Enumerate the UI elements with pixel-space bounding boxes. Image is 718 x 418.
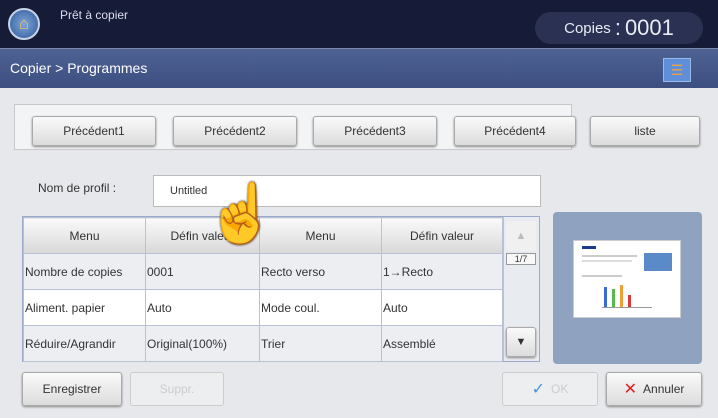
- cell: Trier: [259, 325, 382, 362]
- job-status-icon: ☰: [670, 62, 684, 78]
- save-button[interactable]: Enregistrer: [22, 372, 122, 406]
- table-row[interactable]: Aliment. papier Auto Mode coul. Auto: [23, 289, 503, 326]
- preview-thumbnail: [573, 240, 681, 318]
- cell: Assemblé: [381, 325, 503, 362]
- cell: Réduire/Agrandir: [23, 325, 146, 362]
- cell: Aliment. papier: [23, 289, 146, 326]
- cell: Auto: [145, 289, 260, 326]
- status-text: Prêt à copier: [60, 8, 129, 22]
- touch-pointer-icon: ☝: [205, 181, 278, 246]
- close-icon: ✕: [623, 381, 638, 398]
- ok-button[interactable]: ✓ OK: [502, 372, 598, 406]
- cell: Mode coul.: [259, 289, 382, 326]
- cell: Recto verso: [259, 253, 382, 290]
- cell: Original(100%): [145, 325, 260, 362]
- profile-label: Nom de profil :: [38, 181, 117, 195]
- ok-label: OK: [551, 382, 569, 396]
- cell: Nombre de copies: [23, 253, 146, 290]
- column-header: Menu: [259, 217, 382, 254]
- settings-table: Menu Défin valeur Menu Défin valeur Nombre …: [22, 216, 540, 362]
- home-button[interactable]: ⌂: [8, 8, 40, 40]
- cell: 1→Recto: [381, 253, 503, 290]
- document-preview: [553, 212, 702, 364]
- table-row[interactable]: Réduire/Agrandir Original(100%) Trier Assem…: [23, 325, 503, 362]
- column-header: Menu: [23, 217, 146, 254]
- scrollbar[interactable]: ▲ 1/7 ▼: [503, 217, 539, 361]
- preset-4-button[interactable]: Précédent4: [454, 116, 576, 146]
- preset-2-button[interactable]: Précédent2: [173, 116, 297, 146]
- copies-value: 0001: [624, 15, 674, 40]
- list-button[interactable]: liste: [590, 116, 700, 146]
- preset-3-button[interactable]: Précédent3: [313, 116, 437, 146]
- home-icon: ⌂: [18, 14, 30, 33]
- cancel-label: Annuler: [643, 382, 685, 396]
- checkmark-icon: ✓: [531, 381, 546, 398]
- scroll-down-icon[interactable]: ▼: [506, 327, 536, 357]
- table-row[interactable]: Nombre de copies 0001 Recto verso 1→Recto: [23, 253, 503, 290]
- preview-image: [582, 246, 672, 308]
- delete-button[interactable]: Suppr.: [130, 372, 224, 406]
- column-header: Défin valeur: [381, 217, 503, 254]
- scroll-up-icon[interactable]: ▲: [506, 221, 536, 251]
- copies-display: Copies:0001: [535, 12, 703, 44]
- page-indicator: 1/7: [506, 253, 536, 265]
- preset-1-button[interactable]: Précédent1: [32, 116, 156, 146]
- job-status-button[interactable]: ☰: [663, 58, 691, 82]
- cell: Auto: [381, 289, 503, 326]
- breadcrumb: Copier > Programmes: [10, 60, 148, 76]
- copies-label: Copies: [564, 19, 611, 37]
- cell: 0001: [145, 253, 260, 290]
- cancel-button[interactable]: ✕ Annuler: [606, 372, 702, 406]
